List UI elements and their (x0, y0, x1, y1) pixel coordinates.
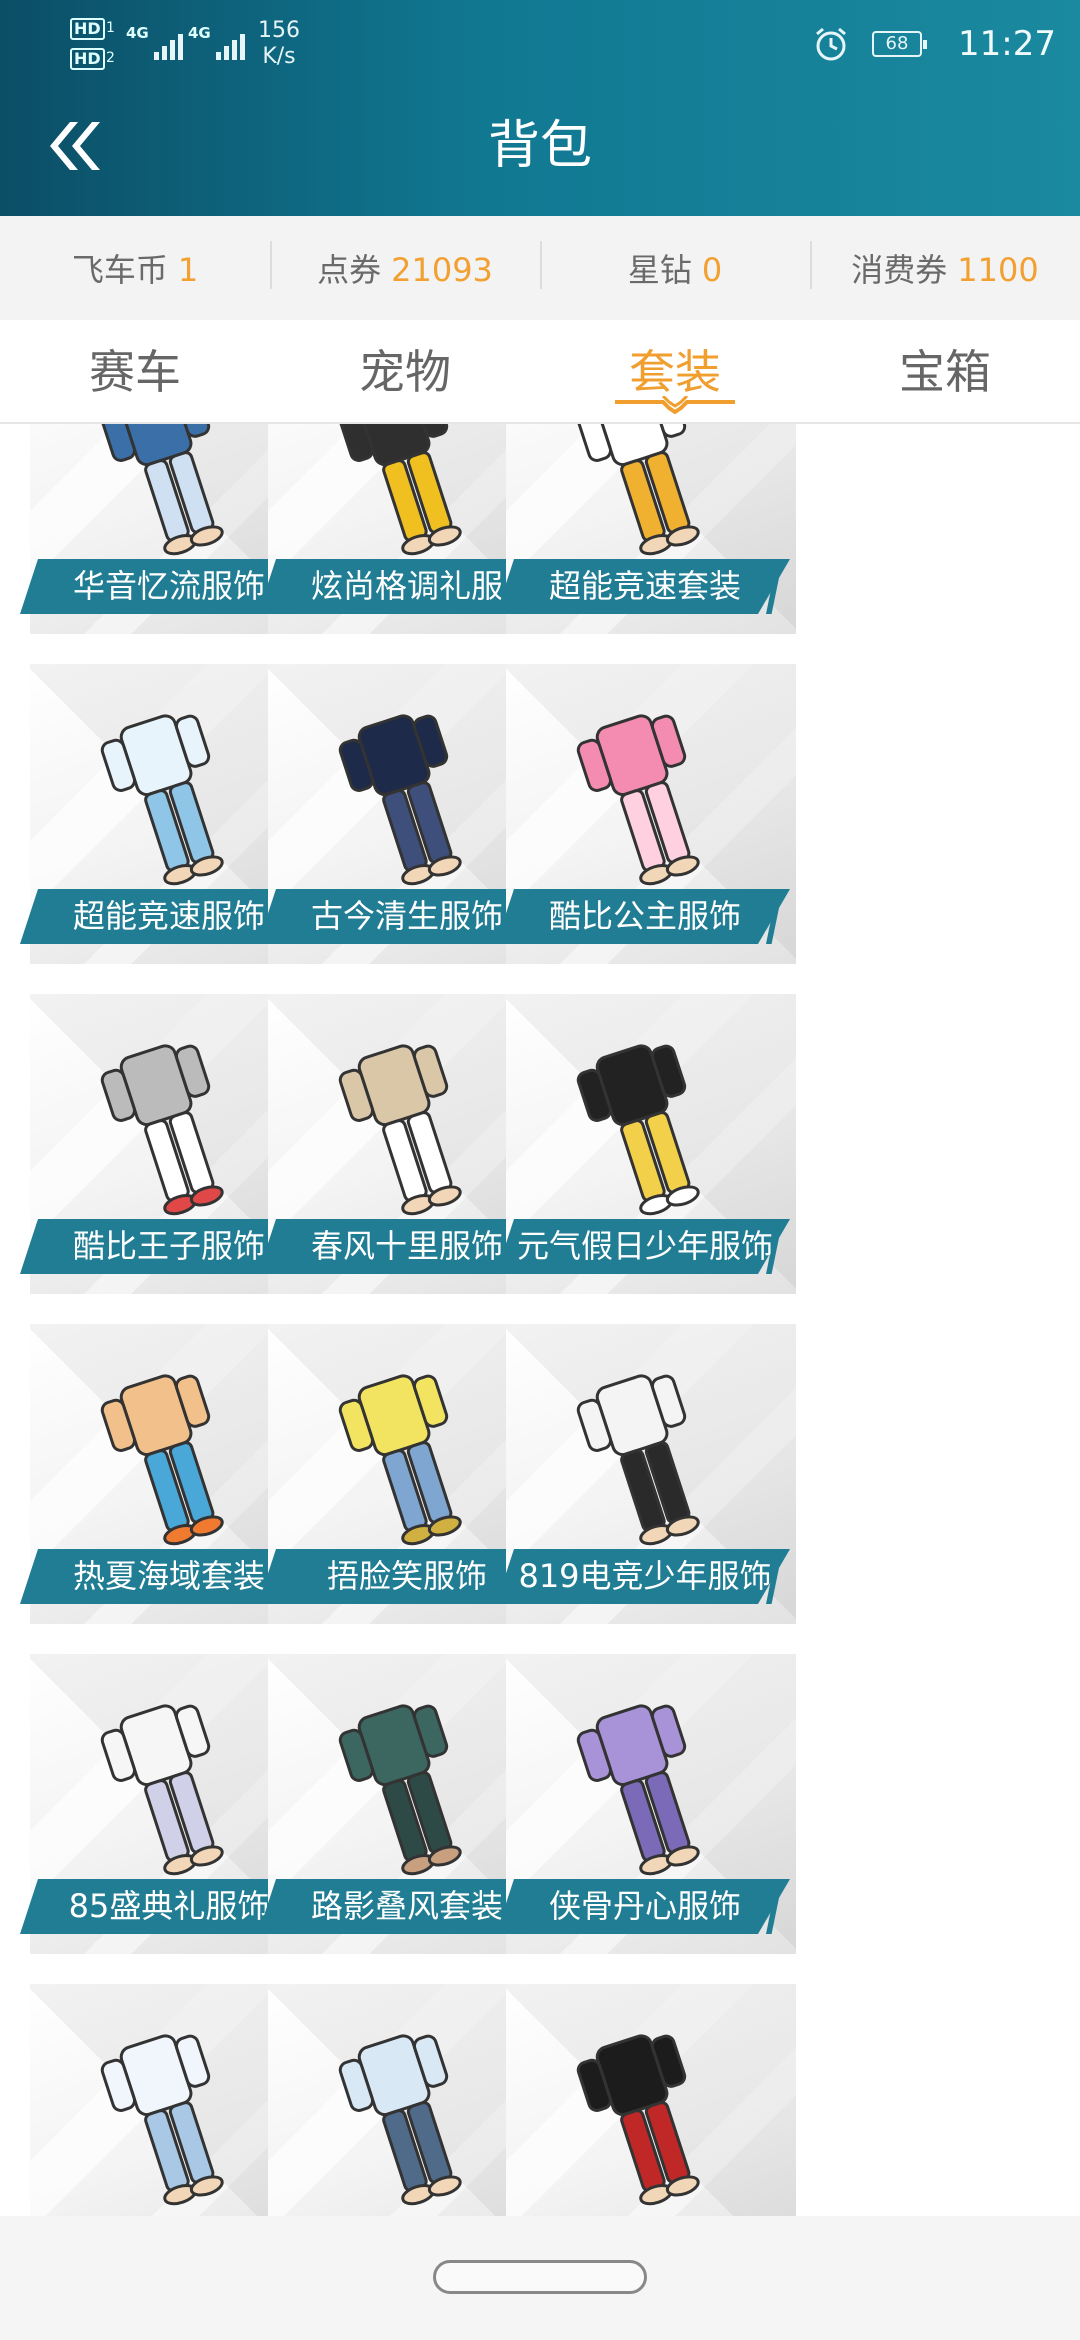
outfit-name: 侠骨丹心服饰 (548, 1887, 741, 1925)
network-speed-unit: K/s (262, 44, 296, 69)
network-label-2: 4G (188, 24, 211, 42)
outfit-thumbnail-icon (100, 2034, 224, 2206)
network-speed: 156 K/s (258, 18, 300, 70)
outfit-thumbnail-icon (338, 2034, 462, 2206)
tab-chests[interactable]: 宝箱 (810, 320, 1080, 422)
outfit-thumbnail-icon (338, 1374, 462, 1546)
signal-bars-icon-1 (154, 28, 183, 60)
tab-cars[interactable]: 赛车 (0, 320, 270, 422)
signal-indicators: HD HD 1 2 4G 4G 156 K/s (70, 14, 310, 74)
outfit-label: 侠骨丹心服饰 (496, 1879, 790, 1934)
outfit-card[interactable]: 元气假日少年服饰 (496, 994, 796, 1294)
outfit-label: 超能竞速套装 (496, 559, 790, 614)
tab-pets[interactable]: 宠物 (270, 320, 540, 422)
outfit-name: 元气假日少年服饰 (516, 1227, 773, 1265)
hd1-number: 1 (106, 20, 115, 36)
outfit-thumbnail-icon (576, 1374, 700, 1546)
hd-voice-icon-1: HD (70, 18, 105, 40)
outfit-thumbnail-icon (338, 1044, 462, 1216)
currency-value: 1 (177, 251, 199, 289)
app-root: HD HD 1 2 4G 4G 156 K/s 68 11:27 背包 飞车币 … (0, 0, 1080, 2340)
outfit-thumbnail-icon (100, 1374, 224, 1546)
outfit-card[interactable]: 酷比公主服饰 (496, 664, 796, 964)
currency-xiaofeiquan: 消费券 1100 (810, 241, 1080, 291)
outfit-thumbnail-icon (100, 1704, 224, 1876)
outfit-card[interactable]: 819电竞少年服饰 (496, 1324, 796, 1624)
status-bar: HD HD 1 2 4G 4G 156 K/s 68 11:27 (0, 0, 1080, 88)
hd-voice-icon-2: HD (70, 48, 105, 70)
outfit-grid: 华音忆流服饰 炫尚格调礼服 超能竞速套装 超能竞速服饰 古今清生服饰 酷比公主服饰 酷比王子… (0, 424, 1080, 2216)
network-speed-value: 156 (258, 18, 300, 43)
currency-value: 21093 (391, 251, 493, 289)
outfit-thumbnail-icon (576, 714, 700, 886)
outfit-thumbnail-icon (100, 714, 224, 886)
outfit-card[interactable]: 超能竞速套装 (496, 424, 796, 634)
app-header: HD HD 1 2 4G 4G 156 K/s 68 11:27 背包 (0, 0, 1080, 216)
currency-feicheb: 飞车币 1 (0, 245, 270, 291)
currency-value: 0 (701, 251, 723, 289)
outfit-thumbnail-icon (100, 424, 224, 556)
currency-xingzuan: 星钻 0 (540, 241, 810, 291)
alarm-clock-icon (816, 27, 846, 61)
status-time: 11:27 (958, 24, 1056, 64)
category-tabs: 赛车 宠物 套装 宝箱 (0, 320, 1080, 424)
outfit-label: 819电竞少年服饰 (496, 1549, 790, 1604)
signal-bars-icon-2 (216, 28, 245, 60)
outfit-name: 酷比公主服饰 (548, 897, 741, 935)
outfit-thumbnail-icon (338, 424, 462, 556)
currency-dianquan: 点券 21093 (270, 241, 540, 291)
battery-indicator: 68 (872, 31, 927, 57)
outfit-thumbnail-icon (576, 1044, 700, 1216)
network-label-1: 4G (126, 24, 149, 42)
outfit-name: 819电竞少年服饰 (518, 1557, 772, 1595)
outfit-name: 超能竞速套装 (548, 567, 741, 605)
home-gesture-bar[interactable] (433, 2260, 647, 2294)
outfit-label: 元气假日少年服饰 (496, 1219, 790, 1274)
tab-outfits[interactable]: 套装 (540, 320, 810, 422)
currency-label: 点券 (317, 251, 382, 289)
outfit-card[interactable]: 侠骨丹心服饰 (496, 1654, 796, 1954)
outfit-thumbnail-icon (576, 2034, 700, 2206)
outfit-thumbnail-icon (576, 424, 700, 556)
currency-label: 星钻 (627, 251, 692, 289)
tab-outfits-label: 套装 (629, 345, 721, 399)
outfit-thumbnail-icon (100, 1044, 224, 1216)
outfit-thumbnail-icon (338, 714, 462, 886)
currency-bar: 飞车币 1 点券 21093 星钻 0 消费券 1100 (0, 216, 1080, 320)
currency-label: 飞车币 (71, 251, 168, 289)
outfit-label: 酷比公主服饰 (496, 889, 790, 944)
hd2-number: 2 (106, 50, 115, 66)
page-title: 背包 (487, 116, 592, 176)
outfit-thumbnail-icon (576, 1704, 700, 1876)
active-tab-indicator-icon (615, 396, 735, 414)
system-navigation-bar (0, 2216, 1080, 2340)
currency-label: 消费券 (851, 251, 948, 289)
outfit-card[interactable] (496, 1984, 796, 2216)
currency-value: 1100 (957, 251, 1039, 289)
outfit-thumbnail-icon (338, 1704, 462, 1876)
